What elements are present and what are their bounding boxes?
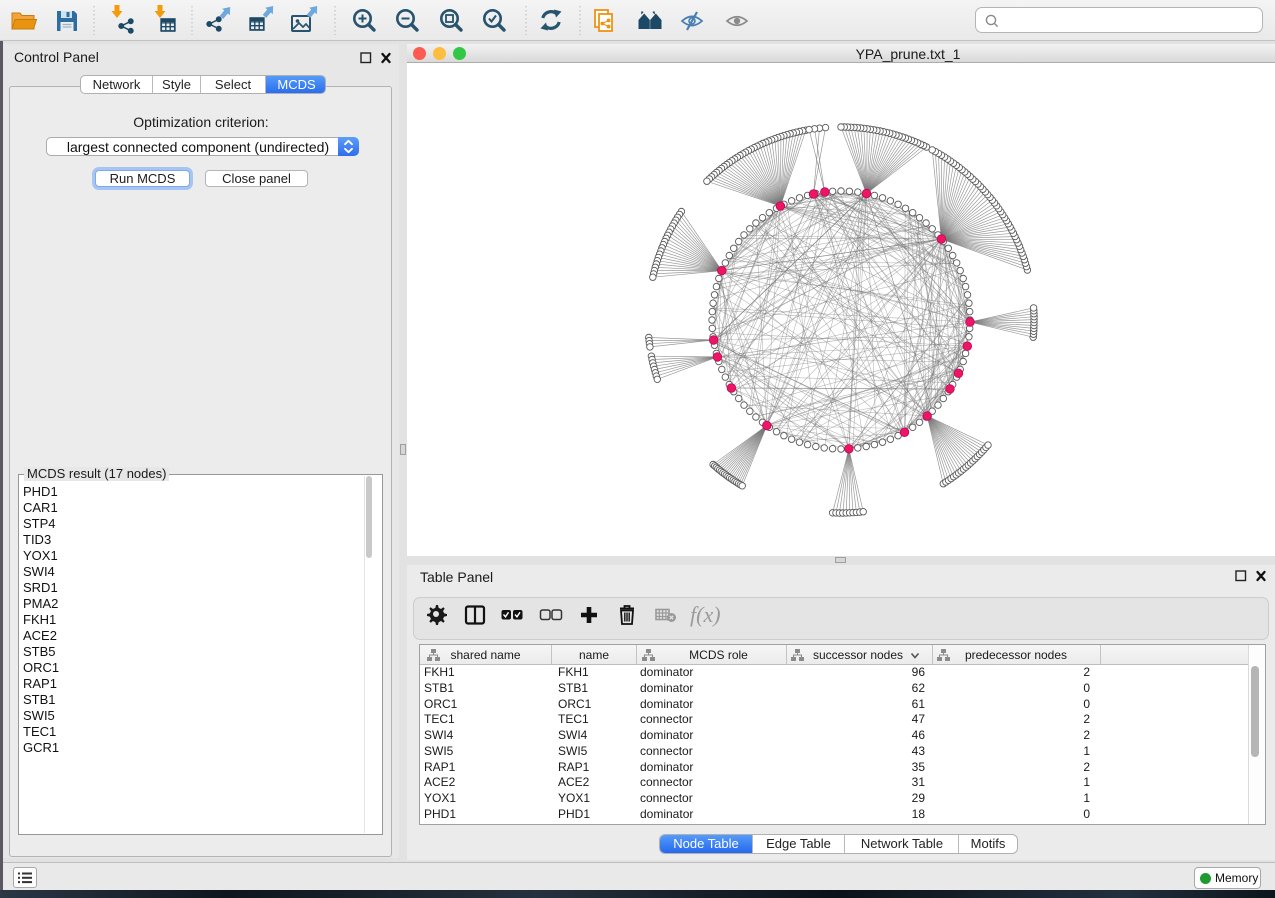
svg-text:f(x): f(x) — [690, 602, 721, 627]
